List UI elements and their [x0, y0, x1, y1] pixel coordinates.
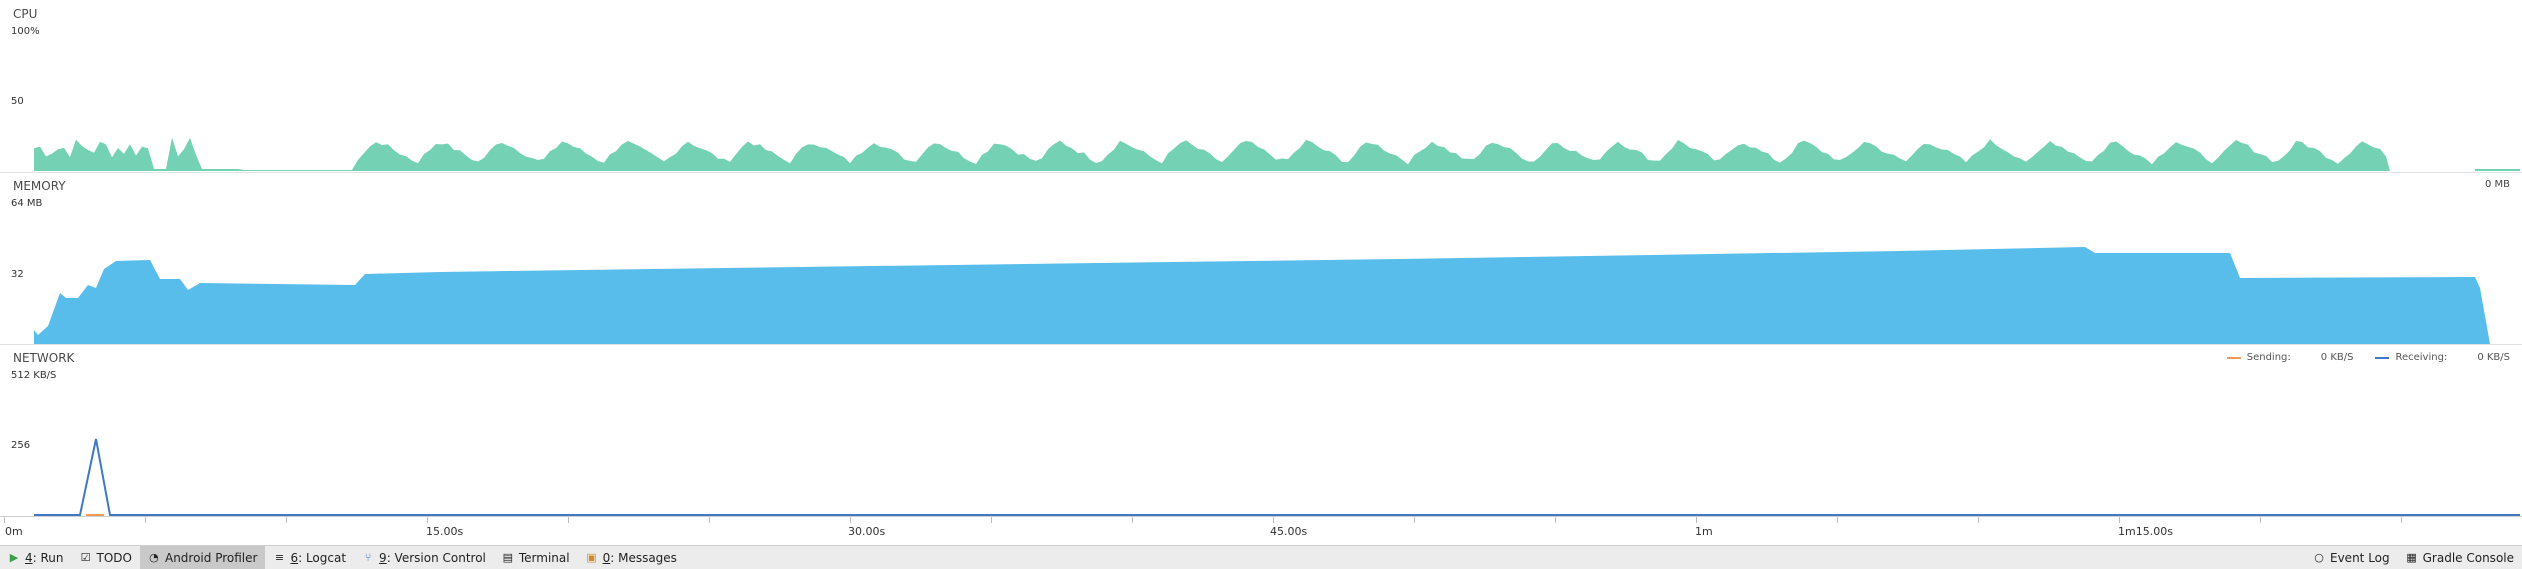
event-log-icon: ○ — [2314, 550, 2324, 564]
receiving-line — [34, 438, 2520, 516]
timeline-tick-label: 1m — [1695, 525, 1713, 538]
event-log-tab[interactable]: ○ Event Log — [2305, 546, 2398, 569]
timeline-tick-mark — [1273, 517, 1274, 523]
gradle-console-tab[interactable]: ▦ Gradle Console — [2398, 546, 2522, 569]
timeline-tick-mark — [1555, 517, 1556, 523]
timeline-tick-mark — [709, 517, 710, 523]
timeline-tick-mark — [4, 517, 5, 523]
sending-swatch — [2226, 356, 2241, 359]
todo-tab[interactable]: ☑ TODO — [72, 546, 140, 569]
timeline-tick-mark — [427, 517, 428, 523]
receiving-value: 0 KB/S — [2477, 352, 2510, 363]
timeline-tick-label: 15.00s — [426, 525, 464, 538]
messages-icon: ▣ — [586, 550, 597, 564]
network-legend: Sending: 0 KB/S Receiving: 0 KB/S — [2226, 352, 2510, 363]
gradle-console-icon: ▦ — [2406, 550, 2417, 564]
version-control-tab[interactable]: ⑂ 9: Version Control — [354, 546, 494, 569]
receiving-label: Receiving: — [2395, 352, 2448, 363]
timeline-tick-mark — [145, 517, 146, 523]
timeline-tick-mark — [1978, 517, 1979, 523]
logcat-tab[interactable]: ≡ 6: Logcat — [265, 546, 354, 569]
timeline-tick-mark — [1132, 517, 1133, 523]
cpu-mid-label: 50 — [11, 96, 24, 107]
timeline-tick-mark — [1837, 517, 1838, 523]
memory-panel[interactable]: MEMORY 64 MB 32 0 MB — [0, 173, 2522, 344]
vcs-icon: ⑂ — [364, 550, 372, 564]
memory-area — [34, 247, 2490, 344]
memory-mid-label: 32 — [11, 269, 24, 280]
network-panel[interactable]: NETWORK 512 KB/S 256 — [0, 345, 2522, 516]
terminal-icon: ▤ — [502, 550, 514, 564]
timeline-tick-mark — [2401, 517, 2402, 523]
timeline-tick-mark — [2119, 517, 2120, 523]
logcat-icon: ≡ — [274, 550, 285, 564]
network-mid-label: 256 — [11, 440, 31, 451]
sending-label: Sending: — [2246, 352, 2291, 363]
profiler-icon: ◔ — [149, 550, 159, 564]
tool-window-bar: ▶ 4: Run ☑ TODO ◔ Android Profiler ≡ 6: … — [0, 545, 2522, 569]
run-icon: ▶ — [9, 550, 19, 564]
terminal-tab[interactable]: ▤ Terminal — [494, 546, 578, 569]
network-max-label: 512 KB/S — [11, 370, 57, 381]
sending-value: 0 KB/S — [2320, 352, 2354, 363]
timeline-tick-label: 30.00s — [848, 525, 886, 538]
timeline-tick-label: 45.00s — [1270, 525, 1308, 538]
timeline-tick-mark — [1696, 517, 1697, 523]
network-chart — [34, 438, 2520, 516]
timeline-tick-mark — [991, 517, 992, 523]
timeline-tick-label: 1m15.00s — [2118, 525, 2173, 538]
timeline-tick-label: 0m — [5, 525, 23, 538]
network-label: NETWORK — [13, 351, 75, 365]
memory-label: MEMORY — [13, 179, 66, 193]
cpu-label: CPU — [13, 7, 38, 21]
todo-icon: ☑ — [80, 550, 91, 564]
cpu-area — [34, 137, 2520, 171]
android-profiler-tab[interactable]: ◔ Android Profiler — [139, 546, 266, 569]
memory-chart — [34, 247, 2490, 344]
timeline-tick-mark — [286, 517, 287, 523]
timeline-tick-mark — [568, 517, 569, 523]
timeline-tick-mark — [2260, 517, 2261, 523]
cpu-panel[interactable]: CPU 100% 50 — [0, 0, 2522, 172]
memory-max-label: 64 MB — [11, 198, 43, 209]
timeline-tick-mark — [850, 517, 851, 523]
run-tab[interactable]: ▶ 4: Run — [0, 546, 72, 569]
messages-tab[interactable]: ▣ 0: Messages — [578, 546, 685, 569]
timeline-tick-mark — [1414, 517, 1415, 523]
receiving-swatch — [2375, 356, 2390, 359]
cpu-chart — [34, 137, 2520, 171]
memory-right-value: 0 MB — [2484, 179, 2510, 190]
timeline-axis[interactable]: 0m 15.00s 30.00s 45.00s 1m 1m15.00s — [0, 516, 2522, 545]
cpu-max-label: 100% — [11, 26, 40, 37]
